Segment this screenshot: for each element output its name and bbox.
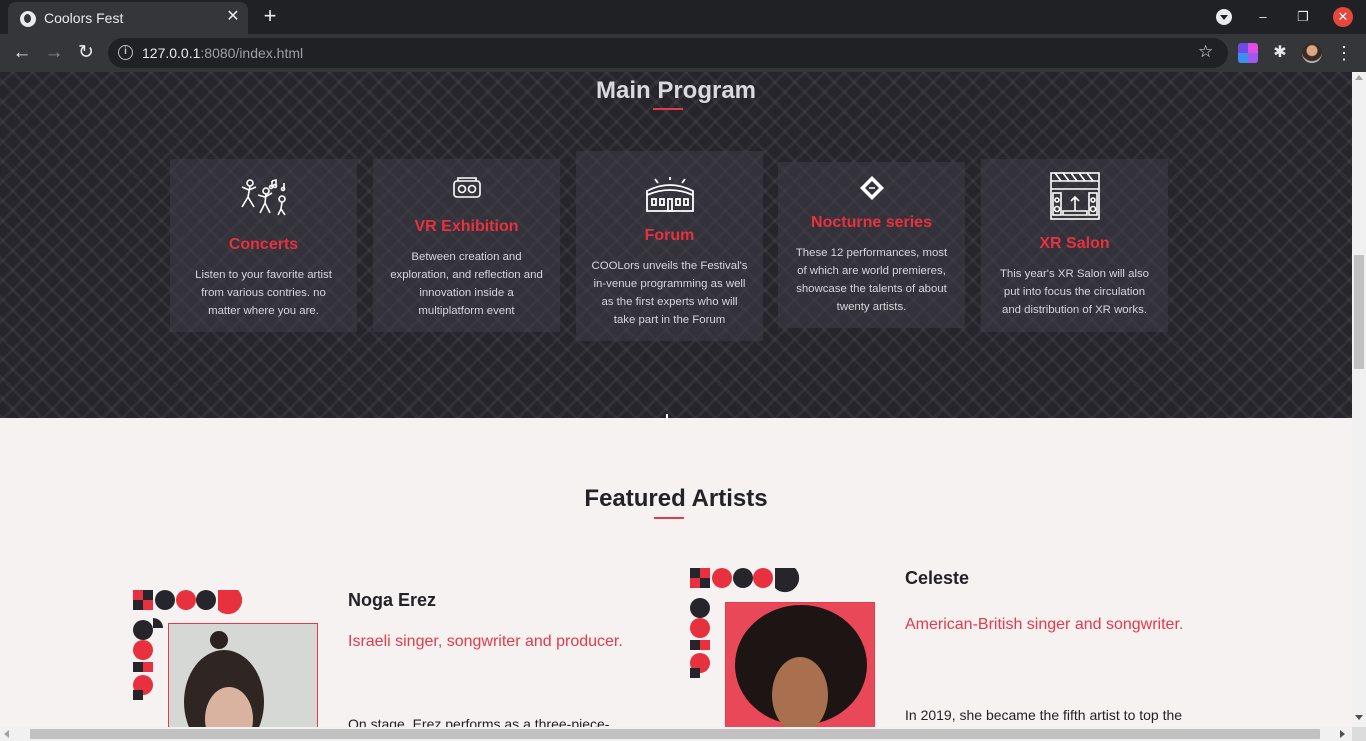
close-window-button[interactable]: ✕ [1332,6,1354,28]
program-card-concerts[interactable]: Concerts Listen to your favorite artist … [170,159,357,332]
arena-icon [576,177,763,213]
scroll-left-arrow[interactable] [4,730,9,738]
close-icon: ✕ [1333,7,1353,27]
program-card-nocturne-series[interactable]: Nocturne series These 12 performances, m… [778,162,965,328]
browser-tab[interactable]: Coolors Fest ✕ [8,2,248,34]
reload-button[interactable]: ↻ [73,40,99,66]
restore-button[interactable]: ❐ [1292,6,1314,28]
globe-icon [20,11,36,27]
new-tab-button[interactable]: + [258,5,282,29]
scroll-right-arrow[interactable] [1340,730,1345,738]
menu-dots-icon[interactable]: ⋮ [1334,43,1354,63]
horizontal-scroll-thumb[interactable] [30,729,1320,739]
chevron-down-icon [1216,9,1232,25]
artist-photo [725,602,875,727]
profile-avatar[interactable] [1302,43,1322,63]
scroll-up-arrow[interactable] [1355,75,1363,80]
vertical-scroll-thumb[interactable] [1354,255,1364,369]
title-underline [653,108,683,110]
url-host: 127.0.0.1 [142,45,201,61]
browser-toolbar: ← → ↻ i 127.0.0.1:8080/index.html ☆ ✱ ⋮ [0,34,1366,72]
card-description: Between creation and exploration, and re… [390,251,543,317]
artist-role: American-British singer and songwriter. [905,616,1184,633]
card-title: Nocturne series [811,214,932,231]
featured-artists-title: Featured Artists [584,485,768,512]
artist-name: Celeste [905,568,970,588]
card-description: This year's XR Salon will also put into … [999,268,1150,316]
card-title: Concerts [228,236,299,253]
artist-name: Noga Erez [348,590,437,610]
stage-icon [981,171,1168,221]
address-bar[interactable]: i 127.0.0.1:8080/index.html ☆ [108,38,1228,68]
back-button[interactable]: ← [9,40,35,66]
program-card-forum[interactable]: Forum COOLors unveils the Festival's in-… [576,151,763,341]
horizontal-scrollbar[interactable] [0,727,1352,741]
main-program-section: Main Program Concerts Listen to your fav… [0,72,1352,419]
card-description: Listen to your favorite artist from vari… [195,269,332,317]
url-path: :8080/index.html [200,45,304,61]
card-title: XR Salon [1039,235,1110,252]
card-title: Forum [644,227,695,244]
program-card-vr-exhibition[interactable]: VR Exhibition Between creation and explo… [373,159,560,332]
scroll-down-arrow[interactable] [1355,715,1363,720]
main-program-title: Main Program [595,77,757,104]
vr-headset-icon [373,175,560,201]
bookmark-star-icon[interactable]: ☆ [1198,42,1213,62]
tab-title: Coolors Fest [44,10,124,26]
dancers-music-icon [170,177,357,217]
portrait-image [726,603,874,727]
program-card-xr-salon[interactable]: XR Salon This year's XR Salon will also … [981,159,1168,332]
extensions-puzzle-icon[interactable]: ✱ [1270,43,1290,63]
scroll-indicator [666,414,668,419]
tab-search-button[interactable] [1213,6,1235,28]
title-underline [654,517,684,519]
card-title: VR Exhibition [414,218,519,235]
artist-bio: In 2019, she became the fifth artist to … [905,707,1183,723]
minimize-button[interactable]: – [1252,6,1274,28]
card-description: COOLors unveils the Festival's in-venue … [591,260,748,326]
artist-role: Israeli singer, songwriter and producer. [348,633,623,650]
forward-button[interactable]: → [41,40,67,66]
browser-tab-bar: Coolors Fest ✕ + – ❐ ✕ [0,0,1366,34]
artist-bio: On stage, Erez performs as a three-piece… [348,716,610,727]
info-icon[interactable]: i [118,45,133,60]
close-tab-icon[interactable]: ✕ [224,8,242,26]
scrollbar-corner [1352,727,1366,741]
url-text[interactable]: 127.0.0.1:8080/index.html [142,45,303,61]
artist-photo [168,623,318,727]
extension-tiles-icon[interactable] [1238,43,1258,63]
card-description: These 12 performances, most of which are… [795,247,948,313]
portrait-image [169,624,317,727]
ticket-icon [778,175,965,201]
vertical-scrollbar[interactable] [1352,72,1366,727]
page-viewport: Main Program Concerts Listen to your fav… [0,72,1352,727]
